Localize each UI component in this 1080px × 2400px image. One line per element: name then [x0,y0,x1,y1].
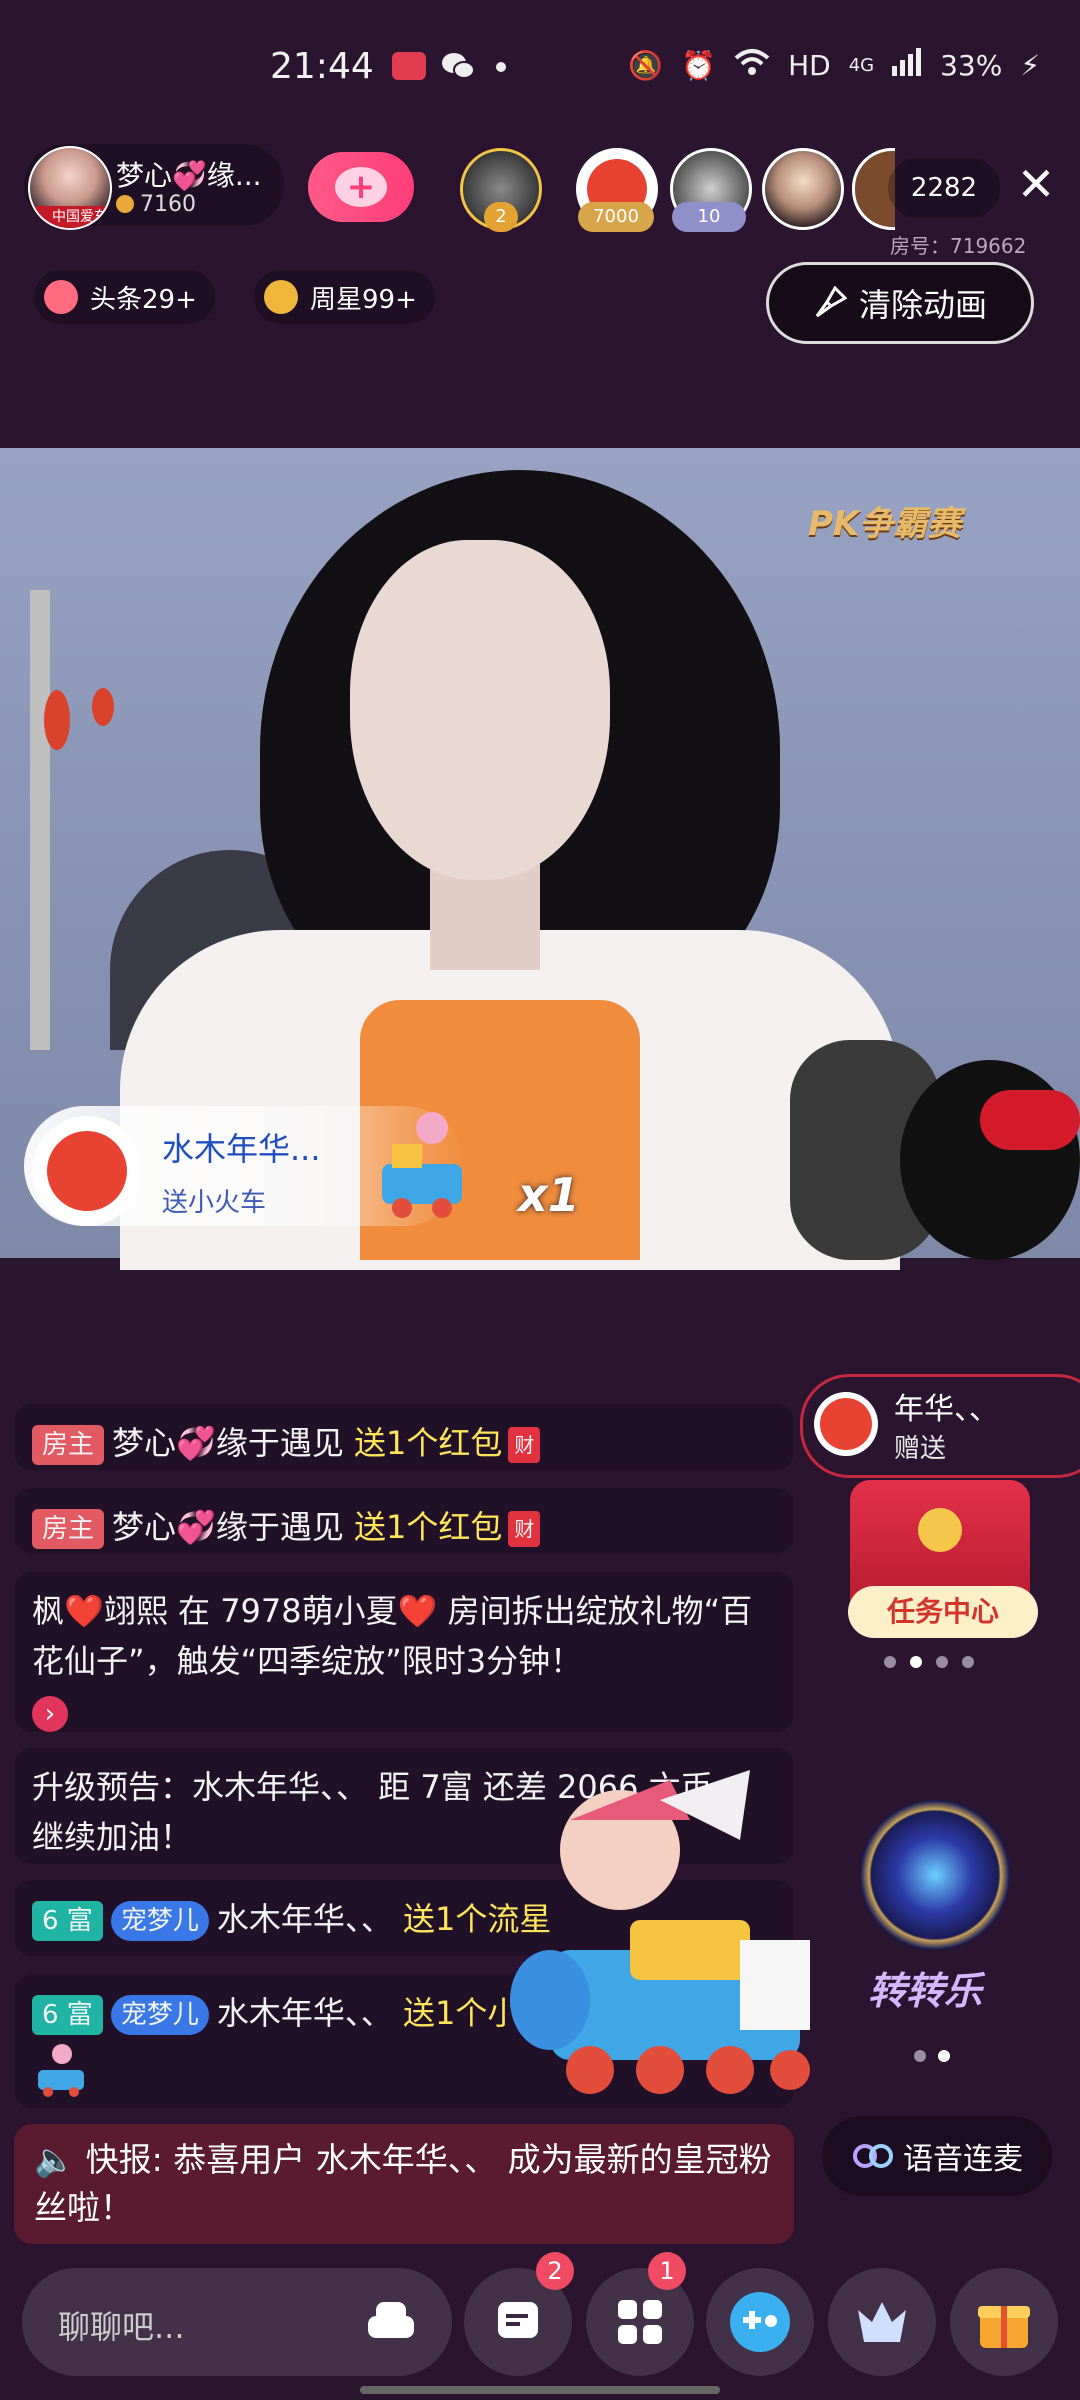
game-button[interactable] [706,2268,814,2376]
rich-level-tag: 6 富 [32,1901,103,1941]
gift-sender-avatar[interactable] [814,1392,878,1456]
chat-user[interactable]: 水木年华、、 [217,1900,393,1938]
screen-record-icon [392,52,426,80]
home-indicator[interactable] [360,2386,720,2394]
gift-button[interactable] [950,2268,1058,2376]
flash-news: 🔈 快报: 恭喜用户 水木年华、、 成为最新的皇冠粉丝啦！ [14,2124,794,2244]
red-packet-icon: 财 [508,1427,541,1463]
chat-action: 送1个红包 [354,1508,503,1546]
network-label: HD [788,49,831,82]
fire-icon [44,280,78,314]
chat-user[interactable]: 梦心💞缘于遇见 [112,1508,344,1546]
chevron-right-icon[interactable]: › [32,1696,68,1732]
host-coins: 7160 [116,192,196,217]
message-icon [498,2302,538,2338]
chat-action: 送1个红包 [354,1424,503,1462]
train-gift-icon [38,2044,84,2097]
link-icon [853,2144,893,2168]
notification-dot-icon [496,62,506,72]
viewer-badge-3: 10 [672,202,746,232]
coin-icon [116,195,134,213]
battery-label: 33% [940,49,1003,82]
chat-message: 房主 梦心💞缘于遇见 送1个红包财 [14,1488,794,1554]
chat-user[interactable]: 梦心💞缘于遇见 [112,1424,344,1462]
game-controller-icon [730,2292,790,2352]
task-center-button[interactable]: 任务中心 [848,1586,1038,1638]
heart-plus-icon: + [335,167,387,207]
host-avatar[interactable]: 中国爱车 [28,146,112,230]
grid-icon [618,2300,662,2344]
train-gift-animation [510,1770,810,2094]
mute-icon: 🔕 [628,49,664,82]
train-gift-icon [382,1112,462,1218]
headline-chip-label: 头条29+ [90,284,197,315]
host-tag: 房主 [32,1425,105,1465]
host-coins-value: 7160 [140,192,196,217]
viewer-count[interactable]: 2282 [888,158,1000,218]
weekly-star-chip[interactable]: 周星99+ [254,270,435,324]
host-avatar-tag: 中国爱车 [30,206,110,228]
wechat-icon [442,53,475,79]
room-number: 房号：719662 [890,234,1027,258]
rich-level-tag: 6 富 [32,1995,103,2035]
viewer-badge-2: 7000 [578,202,654,232]
gift-multiplier: x1 [518,1168,580,1222]
follow-button[interactable]: + [308,152,414,222]
pk-logo: PK争霸赛 [808,504,962,544]
crown-icon [858,2302,906,2342]
speaker-icon: 🔈 [34,2140,76,2179]
gift-sender-name: 水木年华... [162,1130,321,1168]
crown-button[interactable] [828,2268,936,2376]
chat-input-placeholder: 聊聊吧... [58,2308,185,2346]
signal-label: 4G [848,55,875,76]
weekly-star-chip-label: 周星99+ [310,284,417,315]
status-icons: 🔕 ⏰ HD 4G 33% ⚡ [628,48,1040,83]
alarm-icon: ⏰ [681,49,717,82]
viewer-avatar-4[interactable] [762,148,844,230]
host-name: 梦心💞缘... [116,159,262,192]
envelope-seal [918,1508,962,1552]
clear-animation-button[interactable]: 清除动画 [766,262,1034,344]
star-icon [264,280,298,314]
gift-icon [978,2306,1030,2348]
message-badge: 2 [536,2252,574,2290]
voice-link-label: 语音连麦 [903,2142,1023,2177]
voice-link-button[interactable]: 语音连麦 [822,2116,1052,2196]
red-packet-icon: 财 [508,1511,541,1547]
background-stand [30,590,50,1050]
lucky-wheel-label[interactable]: 转转乐 [868,1960,982,2015]
status-time: 21:44 [270,46,374,87]
streamer-face [350,540,610,880]
carousel-indicator [884,1656,974,1668]
fan-club-tag: 宠梦儿 [110,1901,209,1941]
headline-chip[interactable]: 头条29+ [34,270,215,324]
signal-icon [892,48,922,83]
broom-icon [815,286,847,318]
fan-club-tag: 宠梦儿 [110,1995,209,2035]
chat-message: 房主 梦心💞缘于遇见 送1个红包财 [14,1404,794,1470]
viewer-badge-1: 2 [484,202,518,232]
system-message: 枫❤️翊熙 在 7978萌小夏❤️ 房间拆出绽放礼物“百花仙子”，触发“四季绽放… [32,1592,753,1680]
plush-toy-bow [980,1090,1080,1150]
chat-user[interactable]: 水木年华、、 [217,1994,393,2032]
background-flower [92,688,114,726]
gift-description: 送小火车 [162,1188,267,1218]
charging-icon: ⚡ [1020,49,1040,82]
gift-sender-pill-desc: 赠送 [894,1434,947,1464]
clear-animation-label: 清除动画 [858,286,987,324]
lucky-wheel-icon[interactable] [860,1800,1010,1950]
wifi-icon [734,48,770,83]
background-flower [44,690,70,750]
gift-sender-avatar[interactable] [32,1116,142,1226]
carousel-indicator [914,2050,950,2062]
apps-badge: 1 [648,2252,686,2290]
chat-message: 枫❤️翊熙 在 7978萌小夏❤️ 房间拆出绽放礼物“百花仙子”，触发“四季绽放… [14,1572,794,1732]
gift-sender-pill-name: 年华、、 [894,1392,999,1427]
host-tag: 房主 [32,1509,105,1549]
flash-news-text: 快报: 恭喜用户 水木年华、、 成为最新的皇冠粉丝啦！ [34,2140,772,2227]
status-bar: 21:44 🔕 ⏰ HD 4G 33% ⚡ [0,0,1080,140]
sofa-icon[interactable] [362,2296,420,2348]
close-icon[interactable]: ✕ [1012,160,1060,208]
